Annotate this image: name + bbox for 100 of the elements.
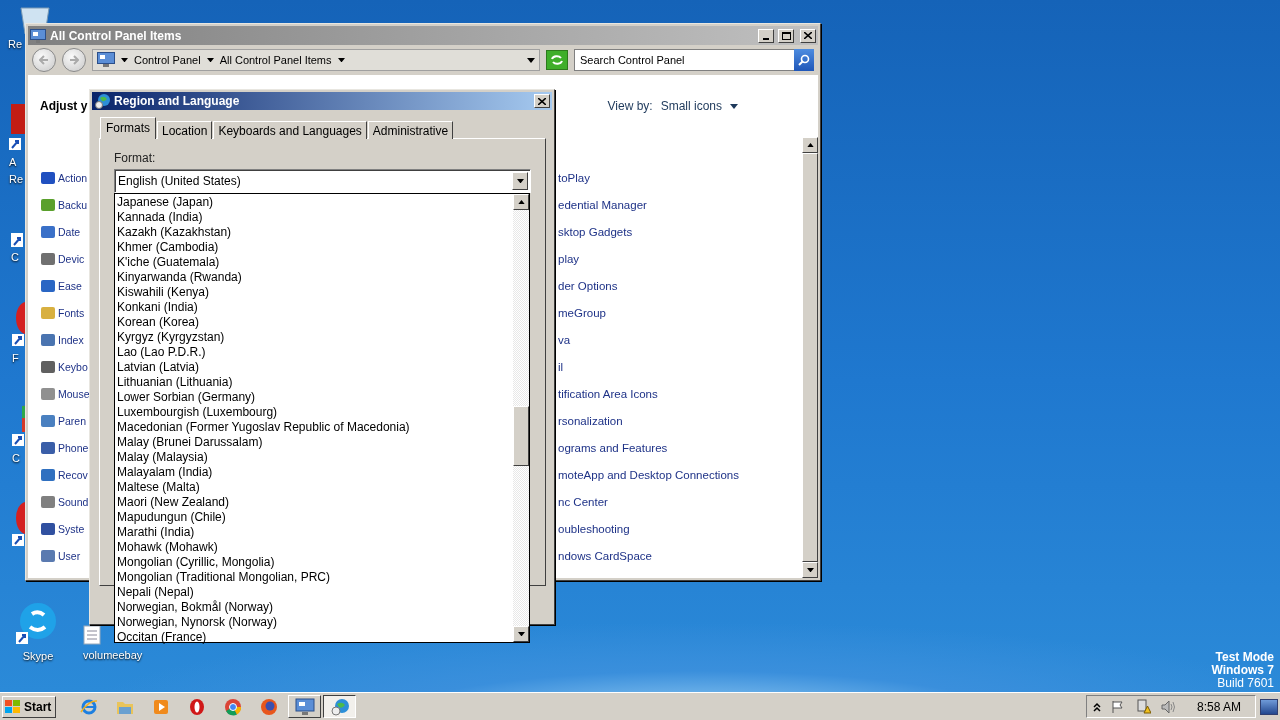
desktop-icon-label[interactable]: Re [9,173,24,186]
format-option[interactable]: Macedonian (Former Yugoslav Republic of Macedonia) [117,420,511,435]
settings-item-link[interactable]: tification Area Icons [558,387,658,400]
desktop-icon-label[interactable]: C [11,251,19,264]
format-option[interactable]: Occitan (France) [117,630,511,645]
settings-item-link[interactable]: Paren [40,412,87,429]
format-option[interactable]: Norwegian, Nynorsk (Norway) [117,615,511,630]
desktop-icon-label[interactable]: A [9,156,17,169]
tab[interactable]: Formats [100,117,156,139]
format-option[interactable]: Latvian (Latvia) [117,360,511,375]
scrollbar[interactable] [802,137,818,578]
taskbar-button[interactable] [323,695,357,718]
settings-item-link[interactable]: Backu [40,196,88,213]
format-dropdown[interactable]: English (United States) [114,169,531,193]
settings-item-link[interactable]: ndows CardSpace [558,549,652,562]
minimize-button[interactable] [758,28,774,43]
settings-item-link[interactable]: Sound [40,493,89,510]
format-option[interactable]: Malay (Malaysia) [117,450,511,465]
speaker-icon[interactable] [1160,699,1177,714]
scrollbar-thumb[interactable] [513,406,529,466]
address-bar[interactable]: Control Panel All Control Panel Items [92,49,540,71]
breadcrumb-link[interactable]: All Control Panel Items [219,54,332,66]
format-option[interactable]: Lower Sorbian (Germany) [117,390,511,405]
settings-item-link[interactable]: User [40,547,81,564]
format-option[interactable]: Luxembourgish (Luxembourg) [117,405,511,420]
view-by-dropdown[interactable]: Small icons [660,99,738,113]
settings-item-link[interactable]: Action [40,169,88,186]
tab[interactable]: Administrative [367,121,454,139]
settings-item-link[interactable]: edential Manager [558,198,647,211]
clock[interactable]: 8:58 AM [1196,699,1241,714]
settings-item-link[interactable]: Phone [40,439,89,456]
settings-item-link[interactable]: il [558,360,564,373]
format-option[interactable]: Malay (Brunei Darussalam) [117,435,511,450]
format-option[interactable]: Mongolian (Cyrillic, Mongolia) [117,555,511,570]
settings-item-link[interactable]: der Options [558,279,618,292]
settings-item-link[interactable]: Date [40,223,81,240]
desktop-icon-label[interactable]: C [12,452,20,465]
network-warning-icon[interactable] [1134,699,1151,714]
desktop-icon-label[interactable]: Skype [22,650,54,663]
flag-icon[interactable] [1110,699,1125,714]
settings-item-link[interactable]: nc Center [558,495,608,508]
settings-item-link[interactable]: Ease [40,277,82,294]
chevron-up-icon[interactable] [1092,701,1101,712]
format-option[interactable]: Kiswahili (Kenya) [117,285,511,300]
format-option[interactable]: Kazakh (Kazakhstan) [117,225,511,240]
format-option[interactable]: Norwegian, Bokmål (Norway) [117,600,511,615]
tab[interactable]: Keyboards and Languages [213,121,367,139]
app-shortcut-icon [9,104,25,152]
desktop-icon-label[interactable]: volumeebay [83,649,143,662]
settings-item-link[interactable]: Fonts [40,304,85,321]
settings-item-link[interactable]: sktop Gadgets [558,225,633,238]
settings-item-link[interactable]: moteApp and Desktop Connections [558,468,739,481]
format-option[interactable]: Maltese (Malta) [117,480,511,495]
format-option[interactable]: Korean (Korea) [117,315,511,330]
settings-item-link[interactable]: Keybo [40,358,88,375]
maximize-button[interactable] [778,28,794,43]
settings-item-link[interactable]: Mouse [40,385,90,402]
settings-item-link[interactable]: Devic [40,250,85,267]
settings-item-link[interactable]: Syste [40,520,85,537]
format-option[interactable]: Lithuanian (Lithuania) [117,375,511,390]
search-button[interactable] [794,49,814,71]
forward-button[interactable] [62,48,86,72]
start-button[interactable]: Start [2,695,57,718]
desktop-icon-label[interactable]: F [12,352,19,365]
settings-item-link[interactable]: Index [40,331,84,348]
format-option[interactable]: Marathi (India) [117,525,511,540]
tab[interactable]: Location [157,121,213,139]
format-option[interactable]: Mohawk (Mohawk) [117,540,511,555]
format-option[interactable]: Khmer (Cambodia) [117,240,511,255]
close-button[interactable] [800,28,816,43]
settings-item-link[interactable]: ograms and Features [558,441,668,454]
desktop-icon-label[interactable]: Re [8,38,23,51]
refresh-button[interactable] [546,50,568,70]
settings-item-link[interactable]: va [558,333,571,346]
search-field[interactable]: Search Control Panel [574,49,794,71]
settings-item-link[interactable]: toPlay [558,171,590,184]
settings-item-link[interactable]: oubleshooting [558,522,630,535]
format-option[interactable]: Nepali (Nepal) [117,585,511,600]
dropdown-button[interactable] [512,172,528,190]
settings-item-link[interactable]: meGroup [558,306,606,319]
format-option[interactable]: Maori (New Zealand) [117,495,511,510]
format-option[interactable]: Lao (Lao P.D.R.) [117,345,511,360]
format-option[interactable]: Kinyarwanda (Rwanda) [117,270,511,285]
format-list[interactable] [114,193,530,643]
show-desktop-button[interactable] [1260,698,1278,715]
settings-item-link[interactable]: play [558,252,580,265]
format-option[interactable]: Mapudungun (Chile) [117,510,511,525]
format-option[interactable]: Kyrgyz (Kyrgyzstan) [117,330,511,345]
format-option[interactable]: Kannada (India) [117,210,511,225]
scrollbar[interactable] [513,194,529,642]
close-button[interactable] [534,94,550,108]
format-option[interactable]: K'iche (Guatemala) [117,255,511,270]
breadcrumb-link[interactable]: Control Panel [134,54,201,66]
format-option[interactable]: Konkani (India) [117,300,511,315]
settings-item-link[interactable]: rsonalization [558,414,623,427]
format-option[interactable]: Japanese (Japan) [117,195,511,210]
settings-item-link[interactable]: Recov [40,466,88,483]
back-button[interactable] [32,48,56,72]
format-option[interactable]: Malayalam (India) [117,465,511,480]
format-option[interactable]: Mongolian (Traditional Mongolian, PRC) [117,570,511,585]
